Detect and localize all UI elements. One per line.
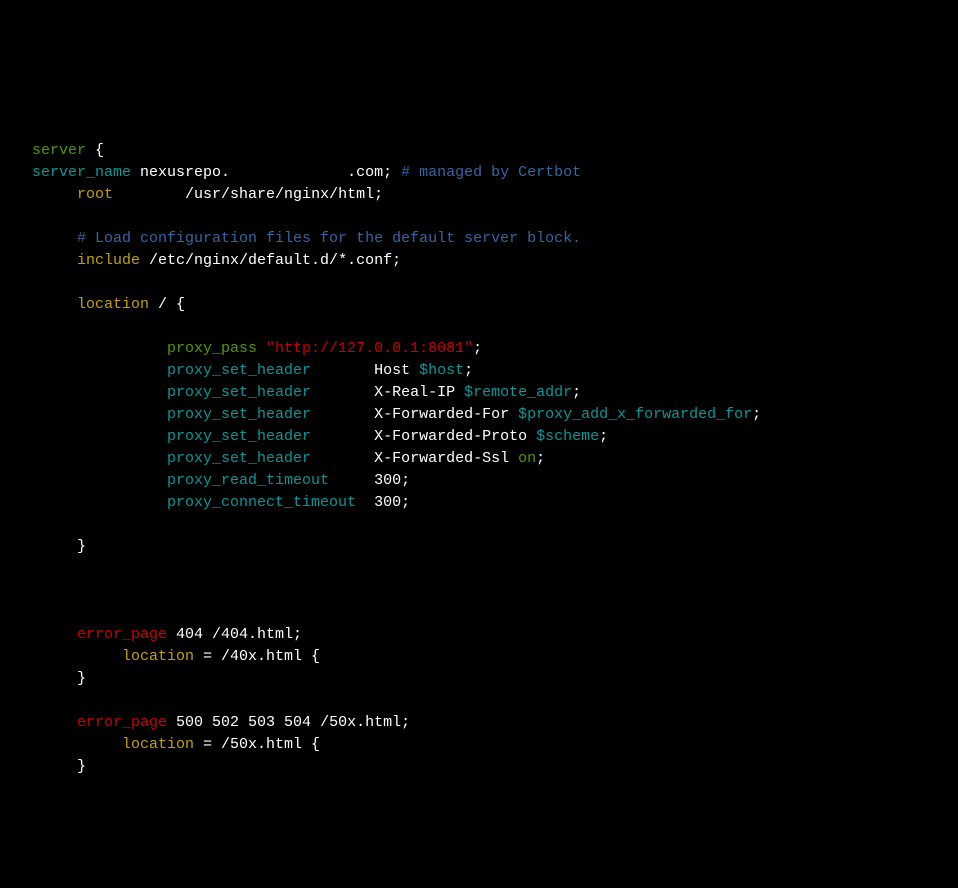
directive-location: location [122,648,194,665]
directive-proxy-set-header: proxy_set_header [167,428,311,445]
timeout-value: 300; [374,494,410,511]
brace: } [77,538,86,555]
location-value: = /50x.html { [194,736,320,753]
directive-proxy-set-header: proxy_set_header [167,406,311,423]
location-value: = /40x.html { [194,648,320,665]
include-value: /etc/nginx/default.d/*.conf; [140,252,401,269]
semicolon: ; [464,362,473,379]
semicolon: ; [572,384,581,401]
directive-proxy-connect-timeout: proxy_connect_timeout [167,494,356,511]
directive-location: location [77,296,149,313]
semicolon: ; [599,428,608,445]
error-codes: 404 [167,626,203,643]
line: include /etc/nginx/default.d/*.conf; [32,252,401,269]
directive-error-page: error_page [77,714,167,731]
directive-proxy-set-header: proxy_set_header [167,384,311,401]
code-editor[interactable]: server { server_name nexusrepo. .com; # … [0,88,958,778]
line: proxy_set_header X-Real-IP $remote_addr; [32,384,581,401]
line: error_page 500 502 503 504 /50x.html; [32,714,410,731]
comment: # Load configuration files for the defau… [77,230,581,247]
semicolon: ; [752,406,761,423]
directive-include: include [77,252,140,269]
directive-proxy-read-timeout: proxy_read_timeout [167,472,329,489]
brace: } [77,670,86,687]
semicolon: ; [473,340,482,357]
line: proxy_set_header X-Forwarded-For $proxy_… [32,406,761,423]
line: server { [32,142,104,159]
line: # Load configuration files for the defau… [32,230,581,247]
keyword-on: on [518,450,536,467]
timeout-value: 300; [374,472,410,489]
line: proxy_pass "http://127.0.0.1:8081"; [32,340,482,357]
line: proxy_set_header Host $host; [32,362,473,379]
brace: { [86,142,104,159]
variable: $proxy_add_x_forwarded_for [518,406,752,423]
line: } [32,758,86,775]
semicolon: ; [536,450,545,467]
line: proxy_set_header X-Forwarded-Proto $sche… [32,428,608,445]
line: proxy_read_timeout 300; [32,472,410,489]
line: location = /50x.html { [32,736,320,753]
directive-proxy-set-header: proxy_set_header [167,362,311,379]
server-name-value: nexusrepo. .com; [131,164,392,181]
line: proxy_set_header X-Forwarded-Ssl on; [32,450,545,467]
keyword-server: server [32,142,86,159]
directive-proxy-pass: proxy_pass [167,340,257,357]
line: error_page 404 /404.html; [32,626,302,643]
brace: } [77,758,86,775]
directive-error-page: error_page [77,626,167,643]
directive-root: root [77,186,113,203]
variable: $remote_addr [464,384,572,401]
line: } [32,538,86,555]
line: root /usr/share/nginx/html; [32,186,383,203]
variable: $scheme [536,428,599,445]
line: location = /40x.html { [32,648,320,665]
header-key: X-Forwarded-Proto [374,428,536,445]
directive-proxy-set-header: proxy_set_header [167,450,311,467]
proxy-pass-url: "http://127.0.0.1:8081" [257,340,473,357]
directive-server-name: server_name [32,164,131,181]
error-path: /404.html; [203,626,302,643]
header-key: Host [374,362,419,379]
comment: # managed by Certbot [392,164,581,181]
header-key: X-Forwarded-For [374,406,518,423]
line: server_name nexusrepo. .com; # managed b… [32,164,581,181]
error-path: /50x.html; [311,714,410,731]
root-value: /usr/share/nginx/html; [113,186,383,203]
error-codes: 500 502 503 504 [167,714,311,731]
header-key: X-Forwarded-Ssl [374,450,518,467]
line: } [32,670,86,687]
directive-location: location [122,736,194,753]
location-value: / { [149,296,185,313]
header-key: X-Real-IP [374,384,464,401]
variable: $host [419,362,464,379]
line: proxy_connect_timeout 300; [32,494,410,511]
line: location / { [32,296,185,313]
